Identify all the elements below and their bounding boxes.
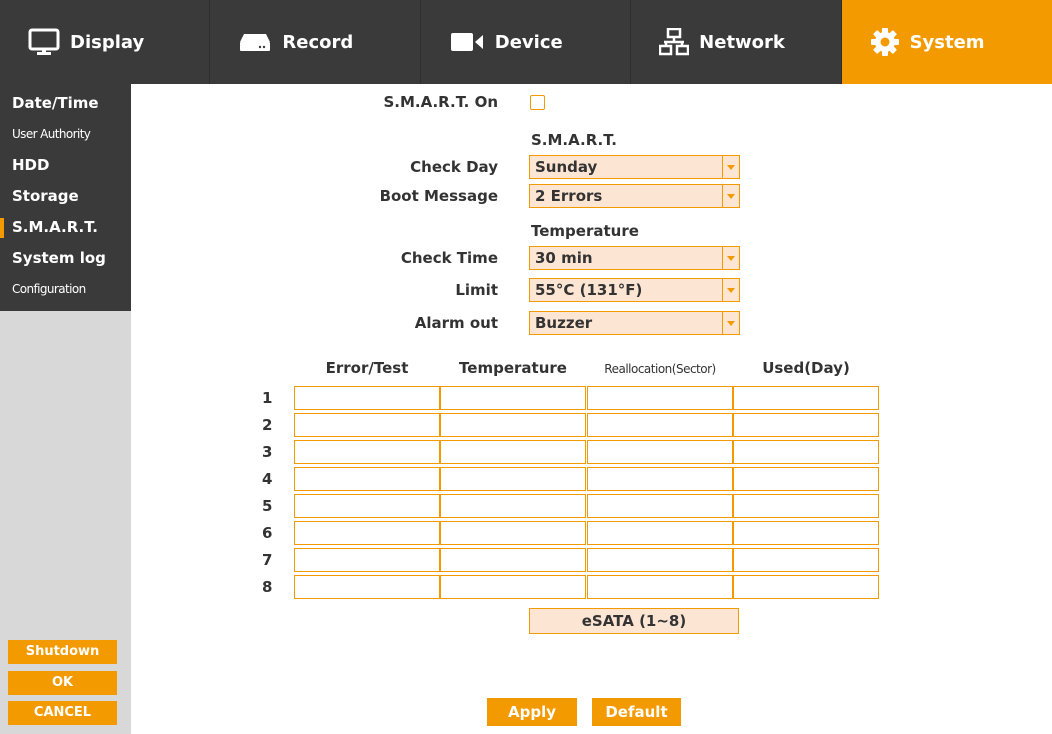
sidebar-item-storage[interactable]: Storage [0,181,131,212]
sidebar-item-date-time[interactable]: Date/Time [0,88,131,119]
sidebar-item-configuration[interactable]: Configuration [0,274,131,305]
table-cell [733,548,879,572]
sidebar-item-user-authority[interactable]: User Authority [0,119,131,150]
table-cell [440,467,586,491]
esata-button[interactable]: eSATA (1~8) [529,608,739,634]
table-cell [587,575,733,599]
sidebar: Date/Time User Authority HDD Storage S.M… [0,84,131,734]
table-cell [587,440,733,464]
camera-icon [449,31,485,53]
table-cell [587,386,733,410]
tab-network[interactable]: Network [631,0,842,84]
cancel-button[interactable]: CANCEL [8,701,117,725]
alarm-out-select[interactable]: Buzzer [529,311,740,335]
table-cell [587,413,733,437]
table-cell [587,494,733,518]
chevron-down-icon[interactable] [722,247,739,269]
tab-label: Device [494,31,563,53]
tab-label: Display [70,31,145,53]
table-cell [733,440,879,464]
table-cell [294,548,440,572]
chevron-down-icon[interactable] [722,312,739,334]
alarm-out-value: Buzzer [535,314,593,332]
table-cell [733,521,879,545]
sidebar-item-hdd[interactable]: HDD [0,150,131,181]
table-cell [733,467,879,491]
shutdown-button[interactable]: Shutdown [8,640,117,664]
tab-display[interactable]: Display [0,0,211,84]
monitor-icon [28,28,60,56]
row-number: 2 [262,416,273,434]
tab-label: System [909,31,985,53]
table-cell [294,413,440,437]
table-cell [587,548,733,572]
row-number: 6 [262,524,273,542]
recorder-icon [238,31,272,53]
table-cell [440,494,586,518]
table-cell [733,575,879,599]
table-cell [294,467,440,491]
sidebar-item-system-log[interactable]: System log [0,243,131,274]
apply-button[interactable]: Apply [487,698,577,726]
tab-device[interactable]: Device [421,0,632,84]
tab-record[interactable]: Record [210,0,421,84]
chevron-down-icon[interactable] [722,156,739,178]
default-button[interactable]: Default [592,698,681,726]
sidebar-item-smart[interactable]: S.M.A.R.T. [0,212,131,243]
row-number: 5 [262,497,273,515]
check-time-label: Check Time [400,249,498,267]
tab-system[interactable]: System [841,0,1052,84]
boot-message-select[interactable]: 2 Errors [529,184,740,208]
check-time-value: 30 min [535,249,593,267]
check-time-select[interactable]: 30 min [529,246,740,270]
table-cell [733,386,879,410]
table-cell [294,575,440,599]
row-number: 8 [262,578,273,596]
top-tab-bar: Display Record Device Network System [0,0,1052,84]
table-cell [440,440,586,464]
row-number: 7 [262,551,273,569]
sidebar-menu: Date/Time User Authority HDD Storage S.M… [0,84,131,311]
table-cell [440,521,586,545]
table-cell [587,467,733,491]
table-cell [294,440,440,464]
table-cell [733,494,879,518]
limit-value: 55°C (131°F) [535,281,643,299]
table-cell [440,548,586,572]
table-cell [733,413,879,437]
alarm-out-label: Alarm out [414,314,498,332]
table-cell [587,521,733,545]
ok-button[interactable]: OK [8,671,117,695]
check-day-select[interactable]: Sunday [529,155,740,179]
col-header-temperature: Temperature [459,359,567,377]
table-cell [440,386,586,410]
chevron-down-icon[interactable] [722,185,739,207]
table-cell [440,413,586,437]
table-cell [294,494,440,518]
temperature-section-title: Temperature [531,222,639,240]
smart-on-checkbox[interactable] [530,95,545,110]
boot-message-value: 2 Errors [535,187,603,205]
boot-message-label: Boot Message [379,187,498,205]
table-cell [294,386,440,410]
limit-label: Limit [455,281,498,299]
smart-on-label: S.M.A.R.T. On [383,93,498,111]
smart-section-title: S.M.A.R.T. [531,131,617,149]
col-header-error-test: Error/Test [325,359,409,377]
table-cell [294,521,440,545]
network-icon [659,28,690,56]
col-header-used-day: Used(Day) [762,359,850,377]
row-number: 1 [262,389,273,407]
table-cell [440,575,586,599]
chevron-down-icon[interactable] [722,279,739,301]
check-day-value: Sunday [535,158,598,176]
row-number: 3 [262,443,273,461]
tab-label: Network [699,31,785,53]
check-day-label: Check Day [410,158,498,176]
row-number: 4 [262,470,273,488]
limit-select[interactable]: 55°C (131°F) [529,278,740,302]
col-header-reallocation: Reallocation(Sector) [604,362,716,376]
gear-icon [870,27,900,57]
tab-label: Record [282,31,354,53]
